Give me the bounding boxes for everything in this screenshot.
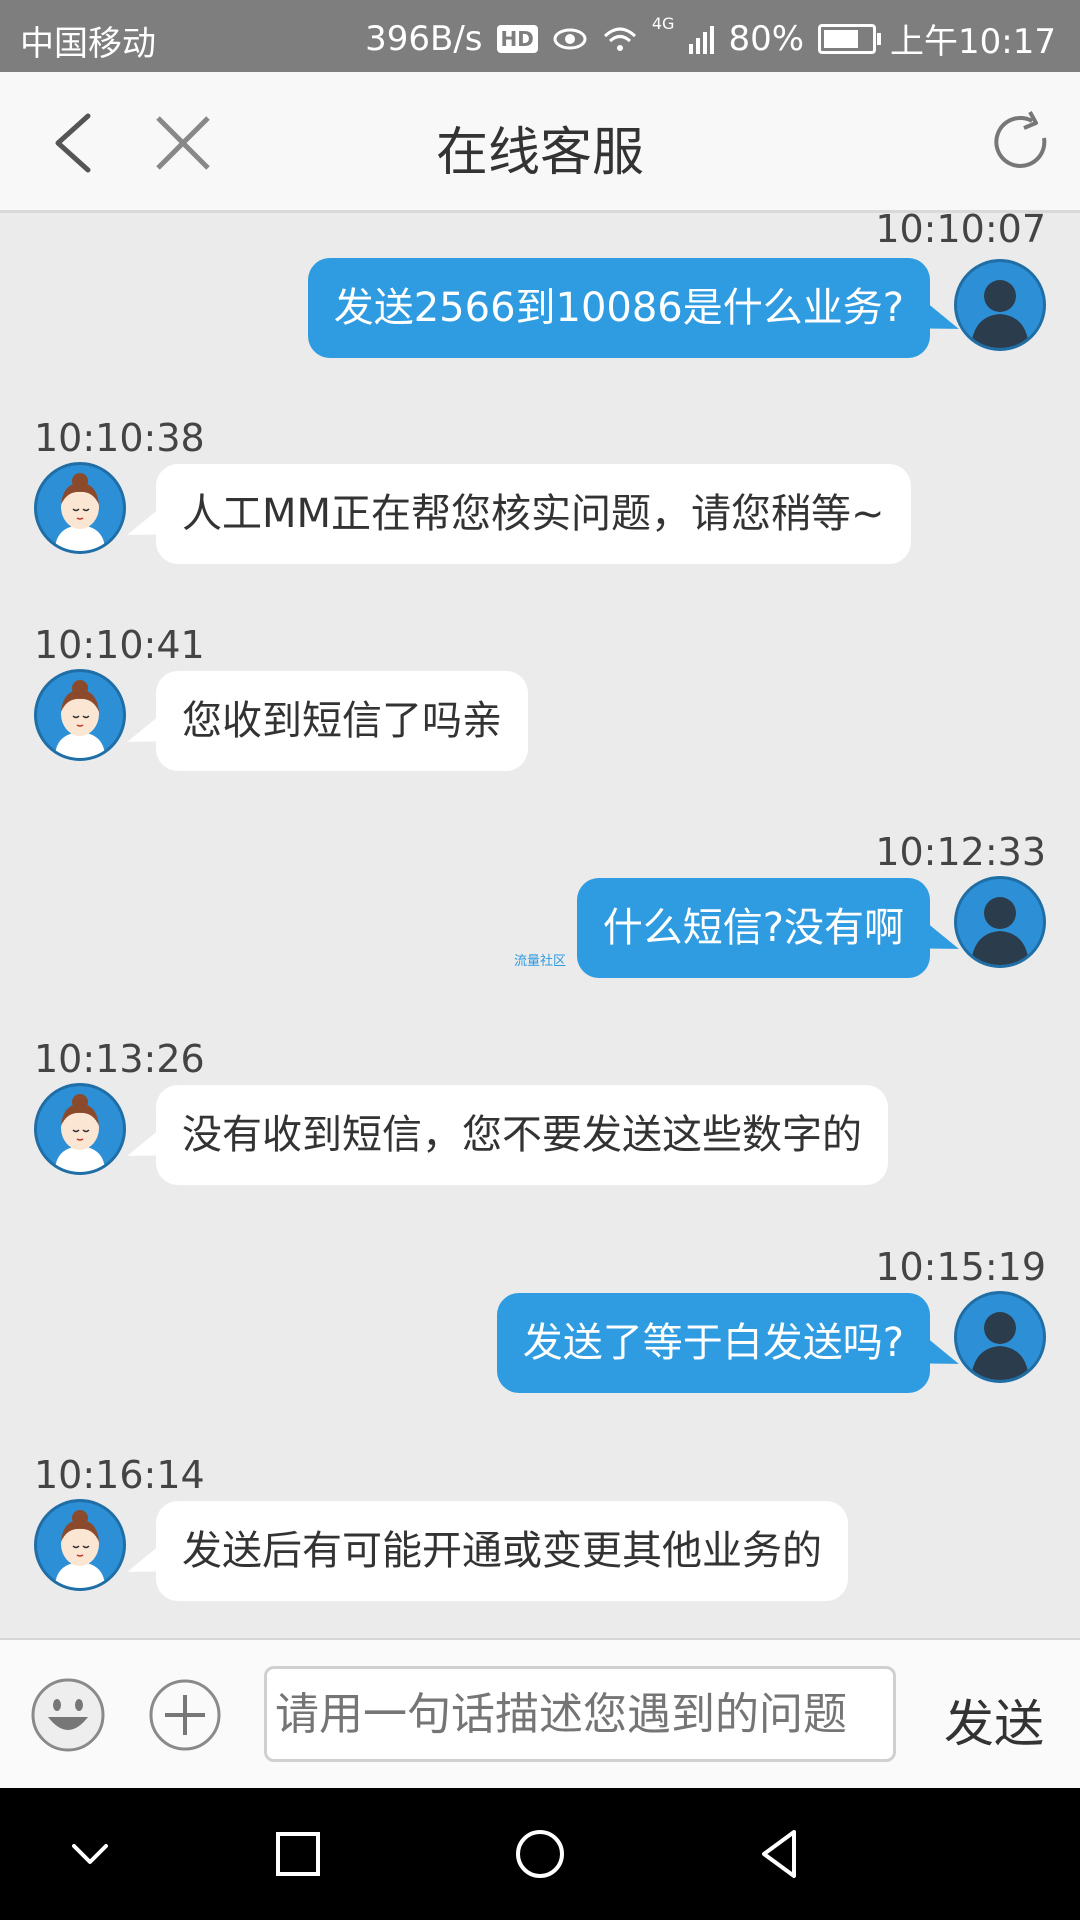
user-avatar bbox=[954, 876, 1046, 968]
wifi-icon bbox=[603, 27, 636, 51]
title-bar: 在线客服 bbox=[0, 72, 1080, 213]
battery-icon bbox=[818, 23, 882, 54]
agent-avatar bbox=[34, 1499, 126, 1591]
refresh-icon[interactable] bbox=[986, 108, 1056, 178]
status-icons: 396B/s HD 4G 80% 上午10:17 bbox=[365, 14, 1056, 63]
network-speed: 396B/s bbox=[365, 18, 483, 59]
battery-percent: 80% bbox=[728, 18, 805, 59]
message-bubble[interactable]: 发送2566到10086是什么业务? bbox=[307, 258, 930, 358]
message-bubble[interactable]: 人工MM正在帮您核实问题，请您稍等~ bbox=[156, 464, 911, 564]
agent-avatar bbox=[34, 669, 126, 761]
message-time: 10:15:19 bbox=[875, 1245, 1046, 1289]
signal-icon bbox=[689, 25, 715, 54]
message-bubble[interactable]: 发送后有可能开通或变更其他业务的 bbox=[156, 1501, 848, 1601]
user-avatar bbox=[954, 259, 1046, 351]
navigation-bar bbox=[0, 1788, 1080, 1920]
agent-avatar bbox=[34, 462, 126, 554]
message-input[interactable] bbox=[264, 1666, 896, 1762]
message-bubble[interactable]: 您收到短信了吗亲 bbox=[156, 671, 528, 771]
user-avatar bbox=[954, 1291, 1046, 1383]
network-type: 4G bbox=[651, 14, 675, 33]
message-time: 10:10:38 bbox=[34, 416, 205, 460]
message-bubble[interactable]: 没有收到短信，您不要发送这些数字的 bbox=[156, 1085, 888, 1185]
back-icon[interactable] bbox=[748, 1822, 812, 1886]
recent-apps-icon[interactable] bbox=[266, 1822, 330, 1886]
message-time: 10:10:07 bbox=[875, 213, 1046, 251]
message-bubble[interactable]: 什么短信?没有啊 bbox=[576, 878, 930, 978]
carrier-name: 中国移动 bbox=[20, 24, 156, 64]
plus-icon[interactable] bbox=[148, 1678, 222, 1752]
status-bar: 中国移动 396B/s HD 4G 80% 上午10:17 bbox=[0, 0, 1080, 72]
message-time: 10:13:26 bbox=[34, 1037, 205, 1081]
watermark: 流量社区 bbox=[514, 954, 567, 969]
emoji-icon[interactable] bbox=[30, 1677, 106, 1753]
message-time: 10:12:33 bbox=[875, 830, 1046, 874]
message-bubble[interactable]: 发送了等于白发送吗? bbox=[496, 1293, 930, 1393]
agent-avatar bbox=[34, 1083, 126, 1175]
eye-icon bbox=[553, 28, 587, 49]
send-button[interactable]: 发送 bbox=[944, 1684, 1044, 1756]
hd-icon: HD bbox=[496, 24, 538, 53]
clock: 上午10:17 bbox=[890, 22, 1056, 62]
chevron-down-icon[interactable] bbox=[58, 1822, 122, 1886]
input-bar: 发送 bbox=[0, 1638, 1080, 1790]
page-title: 在线客服 bbox=[435, 123, 644, 183]
chat-area[interactable]: 10:10:07 发送2566到10086是什么业务? 10:10:38 人工M… bbox=[0, 213, 1080, 1637]
message-time: 10:10:41 bbox=[34, 623, 205, 667]
message-time: 10:16:14 bbox=[34, 1453, 205, 1497]
home-icon[interactable] bbox=[508, 1822, 572, 1886]
